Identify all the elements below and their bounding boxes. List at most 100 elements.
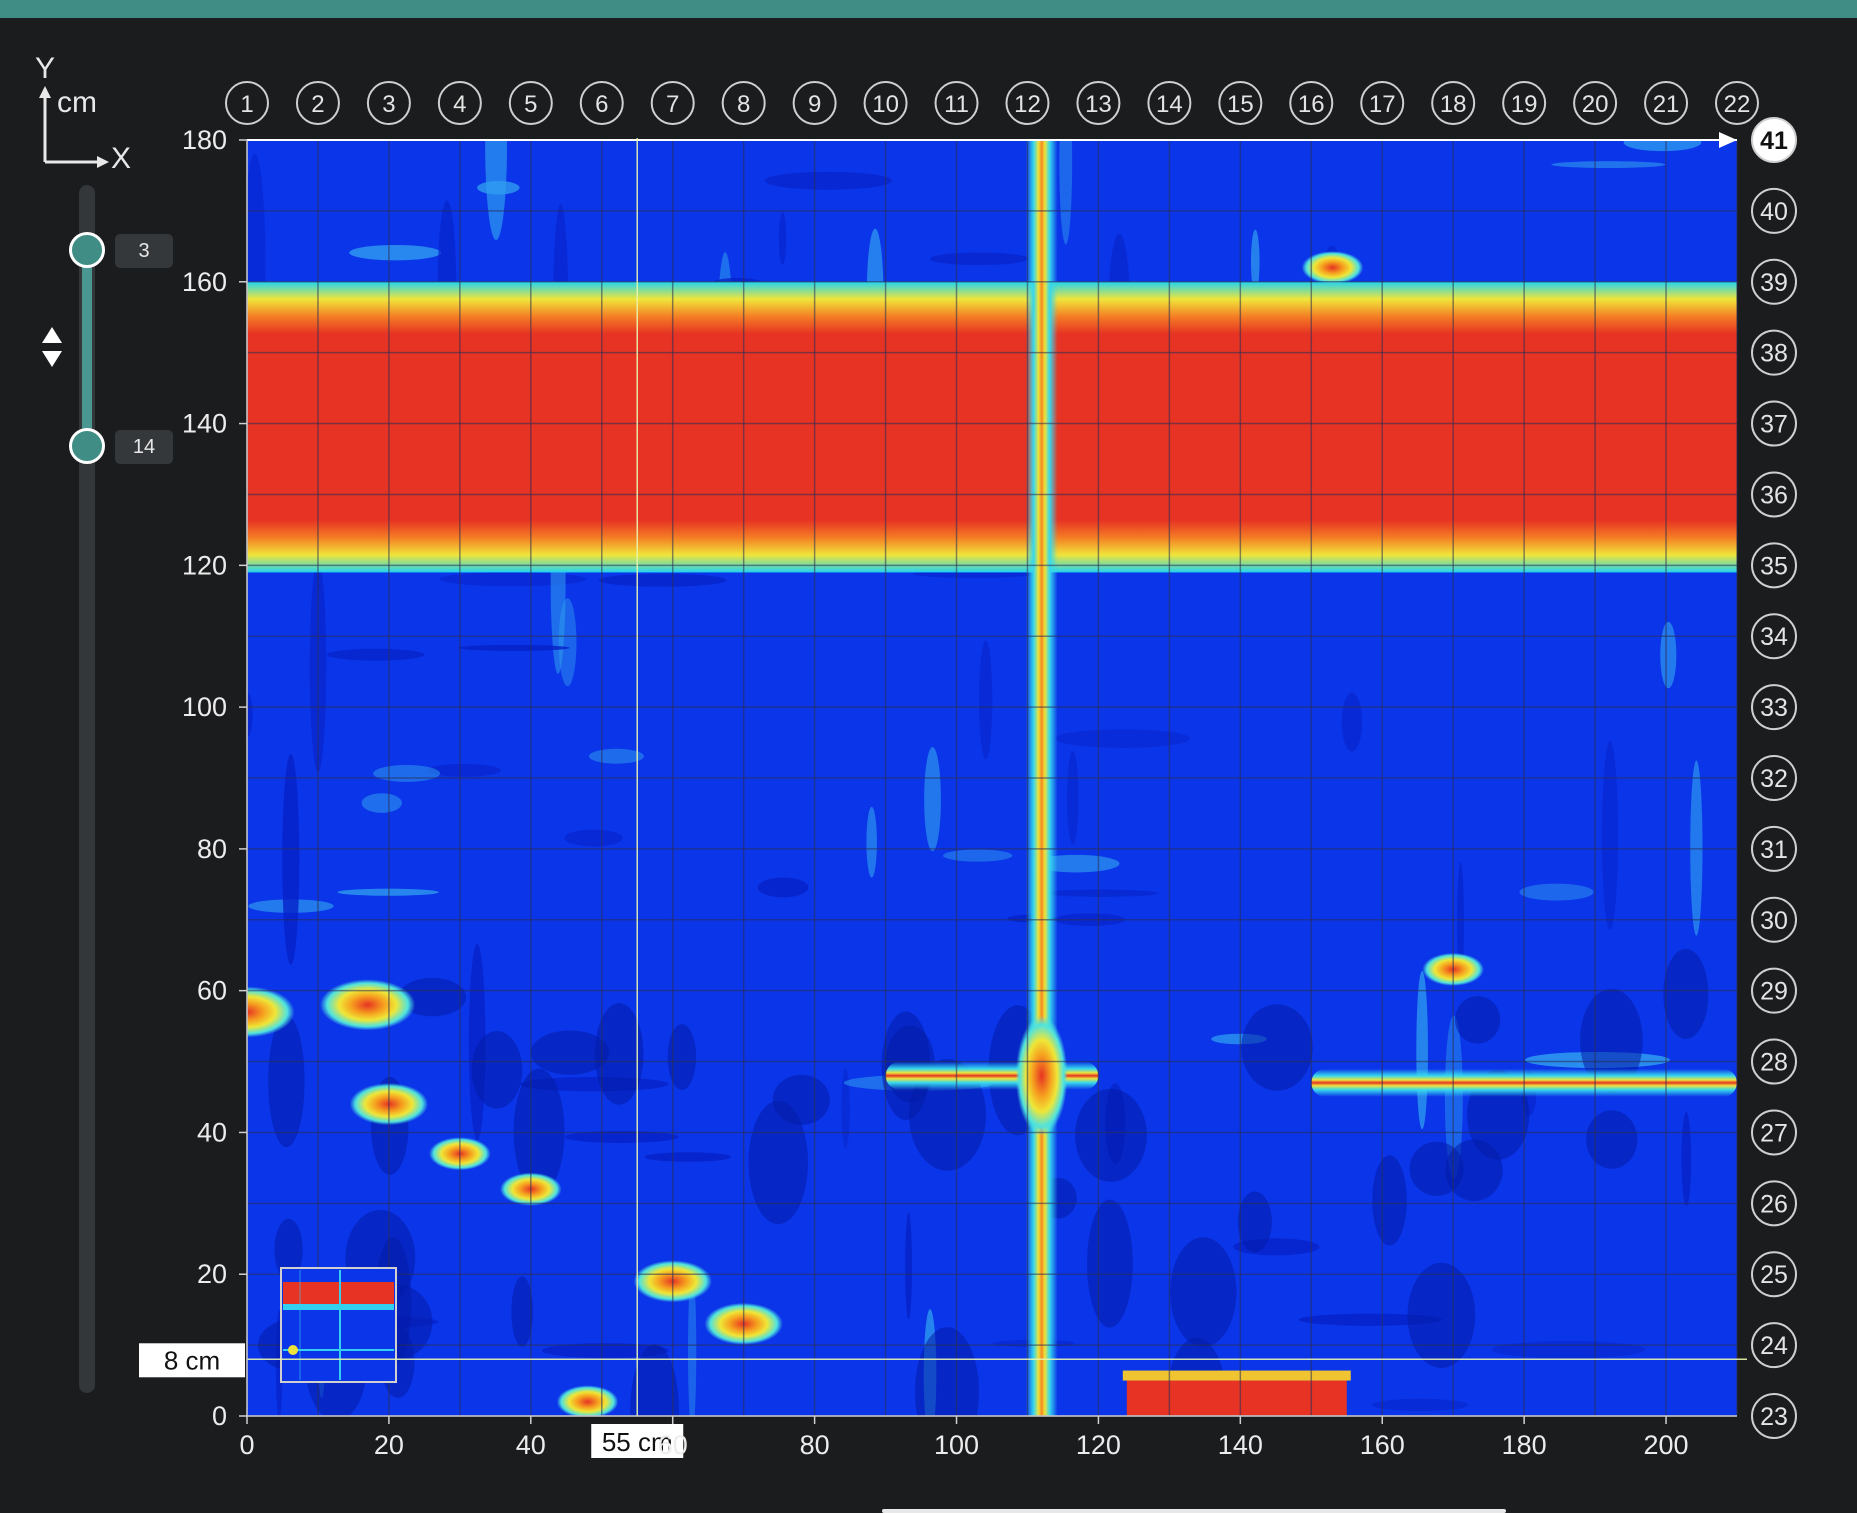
column-line-marker: 19	[1502, 81, 1547, 125]
texture-streak	[943, 849, 1013, 862]
texture-dark-streak	[1586, 1110, 1638, 1169]
row-marker-label: 34	[1760, 623, 1788, 651]
column-marker-label: 13	[1085, 91, 1112, 118]
column-marker-label: 18	[1440, 91, 1467, 118]
column-marker-label: 11	[944, 91, 969, 118]
column-line-marker: 15	[1218, 81, 1263, 125]
texture-streak	[764, 171, 892, 190]
row-marker-label: 25	[1760, 1261, 1788, 1289]
texture-dark-streak	[1237, 1191, 1272, 1253]
column-marker-label: 8	[737, 91, 750, 118]
texture-streak	[1601, 740, 1619, 931]
row-line-marker: 26	[1751, 1180, 1797, 1227]
column-line-marker: 21	[1644, 81, 1689, 125]
feature-intersection	[1015, 1015, 1068, 1136]
row-marker-label: 39	[1760, 269, 1788, 297]
column-line-marker: 14	[1147, 81, 1192, 125]
row-line-marker: 23	[1751, 1393, 1797, 1439]
column-marker-label: 10	[872, 91, 899, 118]
column-marker-label: 22	[1724, 91, 1751, 118]
x-tick-label: 120	[1076, 1430, 1121, 1460]
column-line-marker: 6	[579, 81, 624, 125]
column-marker-label: 3	[382, 91, 395, 118]
row-marker-label: 40	[1760, 198, 1788, 226]
x-tick-label: 180	[1502, 1430, 1547, 1460]
texture-streak	[326, 648, 425, 661]
x-tick-label: 80	[800, 1430, 830, 1460]
texture-streak	[1042, 889, 1159, 897]
row-marker-label: 24	[1760, 1332, 1788, 1360]
y-tick-label: 0	[212, 1401, 227, 1431]
texture-streak	[924, 746, 941, 852]
column-marker-label: 17	[1369, 91, 1396, 118]
row-marker-label: 35	[1760, 552, 1788, 580]
column-marker-label: 20	[1582, 91, 1609, 118]
feature-band	[247, 281, 1737, 573]
column-line-marker: 8	[721, 81, 766, 125]
column-marker-label: 5	[524, 91, 537, 118]
texture-dark-streak	[772, 1074, 830, 1125]
texture-streak	[1491, 1341, 1646, 1359]
texture-dark-streak	[1455, 996, 1501, 1044]
texture-streak	[1690, 760, 1703, 936]
texture-dark-streak	[268, 1015, 305, 1148]
column-line-marker: 10	[863, 81, 908, 125]
texture-streak	[598, 573, 727, 587]
row-line-marker: 39	[1751, 258, 1797, 305]
home-indicator	[882, 1509, 1506, 1513]
column-marker-label: 1	[240, 91, 253, 118]
row-line-marker: 29	[1751, 967, 1797, 1014]
x-tick-label: 20	[374, 1430, 404, 1460]
y-tick-label: 180	[182, 125, 227, 155]
column-line-marker: 13	[1076, 81, 1121, 125]
column-line-marker: 11	[934, 81, 979, 125]
column-marker-label: 7	[666, 91, 679, 118]
overview-thumbnail[interactable]	[280, 1267, 397, 1383]
row-marker-label: 26	[1760, 1190, 1788, 1218]
feature-block	[1126, 1380, 1347, 1416]
y-tick-label: 160	[182, 267, 227, 297]
texture-streak	[361, 793, 403, 813]
row-marker-label: 32	[1760, 765, 1788, 793]
texture-streak	[905, 1212, 912, 1320]
scan-heatmap-chart[interactable]: 55 cm8 cm 0 20 40 60 80 100 120 140 160 180 200020…	[0, 0, 1857, 1513]
row-marker-label: 29	[1760, 978, 1788, 1006]
texture-streak	[1519, 883, 1594, 901]
x-tick-label: 200	[1644, 1430, 1689, 1460]
texture-streak	[588, 748, 644, 764]
row-line-marker: 35	[1751, 542, 1797, 589]
column-marker-label: 2	[311, 91, 324, 118]
row-line-marker: 38	[1751, 329, 1797, 376]
column-line-marker: 16	[1289, 81, 1334, 125]
texture-dark-streak	[511, 1276, 533, 1347]
texture-streak	[1341, 692, 1363, 752]
x-tick-label: 60	[658, 1430, 688, 1460]
texture-dark-streak	[1241, 1004, 1313, 1091]
row-marker-label: 31	[1760, 836, 1788, 864]
row-line-marker: 40	[1751, 187, 1797, 234]
texture-dark-streak	[1663, 948, 1709, 1040]
x-tick-label: 140	[1218, 1430, 1263, 1460]
column-line-marker: 9	[792, 81, 837, 125]
column-marker-label: 9	[808, 91, 821, 118]
texture-dark-streak	[1407, 1262, 1476, 1368]
texture-streak	[1372, 1398, 1469, 1411]
y-tick-label: 140	[182, 409, 227, 439]
texture-streak	[644, 1152, 732, 1162]
column-marker-label: 14	[1156, 91, 1183, 118]
texture-dark-streak	[1087, 1199, 1133, 1328]
row-line-marker: 25	[1751, 1251, 1797, 1298]
column-line-marker: 18	[1431, 81, 1476, 125]
column-marker-label: 19	[1511, 91, 1538, 118]
crosshair-y-readout: 8 cm	[164, 1345, 220, 1375]
row-marker-label: 41	[1760, 127, 1788, 155]
row-marker-label: 33	[1760, 694, 1788, 722]
row-line-marker: 41	[1751, 117, 1797, 163]
texture-dark-streak	[1075, 1088, 1147, 1182]
row-line-marker: 28	[1751, 1038, 1797, 1085]
row-marker-label: 36	[1760, 481, 1788, 509]
row-line-marker: 37	[1751, 400, 1797, 447]
column-line-marker: 22	[1715, 81, 1759, 125]
row-marker-label: 23	[1760, 1403, 1788, 1431]
column-marker-label: 6	[595, 91, 608, 118]
